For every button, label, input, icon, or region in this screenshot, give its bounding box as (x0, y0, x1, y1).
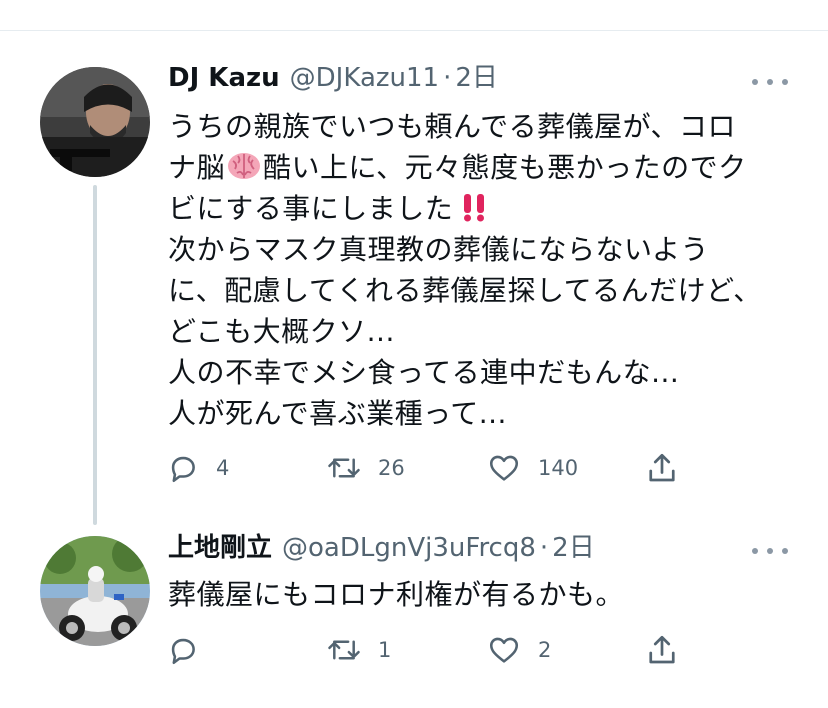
like-button[interactable]: 140 (486, 450, 578, 486)
tweet-text: 葬儀屋にもコロナ利権が有るかも。 (168, 574, 788, 615)
share-button[interactable] (644, 450, 680, 486)
separator: · (443, 63, 452, 93)
share-button[interactable] (644, 632, 680, 668)
user-handle[interactable]: @oaDLgnVj3uFrcq8 (282, 532, 536, 564)
separator: · (539, 533, 549, 563)
tweet-actions: 1 2 (166, 632, 696, 668)
retweet-count: 1 (378, 638, 392, 662)
like-button[interactable]: 2 (486, 632, 551, 668)
avatar[interactable] (40, 67, 150, 177)
retweet-button[interactable]: 1 (326, 632, 391, 668)
retweet-icon (328, 640, 360, 660)
top-divider (0, 30, 828, 31)
display-name[interactable]: DJ Kazu (168, 62, 280, 94)
timestamp[interactable]: 2日 (455, 62, 498, 94)
share-icon (649, 453, 675, 482)
tweet-text-line: 人が死んで喜ぶ業種って... (168, 397, 507, 430)
more-icon[interactable] (752, 72, 788, 92)
tweet-text-line: 葬儀屋にもコロナ利権が有るかも。 (168, 578, 625, 611)
like-icon (489, 637, 519, 663)
like-icon (489, 455, 519, 481)
reply-icon (171, 638, 195, 665)
more-icon[interactable] (752, 541, 788, 561)
reply-icon (171, 456, 195, 483)
tweet-text-line: 人の不幸でメシ食ってる連中だもんな... (168, 356, 680, 389)
like-count: 140 (538, 456, 579, 480)
retweet-count: 26 (378, 456, 405, 480)
retweet-button[interactable]: 26 (326, 450, 405, 486)
like-count: 2 (538, 638, 552, 662)
tweet-text-segment: 酷い上に、元々態度も悪かったのでク (263, 151, 747, 184)
share-icon (649, 635, 675, 664)
display-name[interactable]: 上地剛立 (168, 532, 272, 564)
tweet-header: DJ Kazu @DJKazu11 · 2日 (168, 62, 498, 94)
retweet-icon (328, 458, 360, 478)
tweet-text-line: ビにする事にしました (168, 188, 788, 229)
tweet-text-line: 次からマスク真理教の葬儀にならないよう (168, 233, 709, 266)
tweet-text-line: に、配慮してくれる葬儀屋探してるんだけど、 (168, 274, 762, 307)
reply-count: 4 (216, 456, 230, 480)
brain-emoji (228, 153, 261, 179)
tweet-text-line: どこも大概クソ... (168, 315, 395, 348)
reply-button[interactable] (166, 632, 216, 668)
tweet-actions: 4 26 140 (166, 450, 696, 486)
double-exclamation-emoji (464, 194, 485, 222)
tweet-text-segment: ナ脳 (168, 151, 226, 184)
tweet-text-line: ナ脳 酷い上に、元々態度も悪かったのでク (168, 147, 788, 188)
reply-button[interactable]: 4 (166, 450, 229, 486)
avatar[interactable] (40, 536, 150, 646)
tweet-text: うちの親族でいつも頼んでる葬儀屋が、コロ ナ脳 酷い上に、元々態度も悪かったのでク… (168, 106, 788, 434)
timestamp[interactable]: 2日 (552, 532, 595, 564)
thread-connector-line (93, 185, 97, 525)
tweet-text-segment: ビにする事にしました (168, 192, 454, 225)
user-handle[interactable]: @DJKazu11 (290, 62, 439, 94)
tweet-text-line: うちの親族でいつも頼んでる葬儀屋が、コロ (168, 110, 737, 143)
tweet-header: 上地剛立 @oaDLgnVj3uFrcq8 · 2日 (168, 532, 595, 564)
